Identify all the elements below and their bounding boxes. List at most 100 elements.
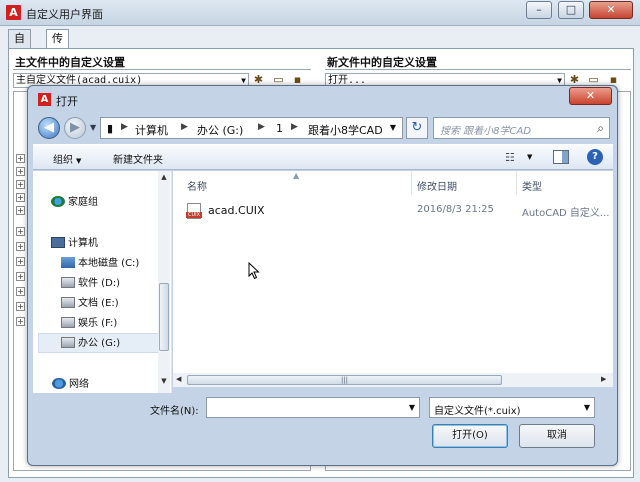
nav-drive-f[interactable]: 娱乐 (F:) (61, 314, 117, 332)
scroll-thumb[interactable] (159, 283, 169, 351)
column-divider[interactable] (411, 171, 412, 195)
drive-icon (61, 297, 75, 308)
autocad-logo-icon: A (38, 93, 51, 106)
scroll-right-icon[interactable]: ▶ (601, 375, 606, 383)
tree-expander[interactable]: + (16, 242, 25, 251)
file-date: 2016/8/3 21:25 (417, 204, 494, 215)
mouse-cursor-icon (248, 262, 260, 280)
nav-drive-label: 软件 (D:) (78, 278, 121, 289)
file-list-scrollbar[interactable]: ◀ ||| ▶ (173, 373, 613, 387)
folder-icon: ▮ (107, 122, 114, 135)
nav-scrollbar[interactable]: ▲ ▼ (158, 171, 170, 393)
chevron-right-icon: ▶ (258, 122, 265, 132)
file-name: acad.CUIX (208, 204, 265, 217)
chevron-down-icon[interactable]: ▼ (527, 153, 532, 161)
open-button[interactable]: 打开(O) (432, 424, 508, 448)
nav-drive-e[interactable]: 文档 (E:) (61, 294, 119, 312)
cuix-file-icon (186, 203, 202, 219)
left-panel-heading: 主文件中的自定义设置 (13, 54, 311, 70)
dialog-close-button[interactable]: ✕ (569, 87, 612, 105)
new-folder-button[interactable]: 新建文件夹 (113, 151, 163, 166)
chevron-right-icon: ▶ (121, 122, 128, 132)
tab-transfer[interactable]: 传输 (46, 29, 69, 63)
nav-drive-d[interactable]: 软件 (D:) (61, 274, 120, 292)
search-placeholder: 搜索 跟着小8学CAD (440, 126, 532, 137)
back-arrow-icon[interactable]: ◀ (38, 117, 60, 139)
help-icon[interactable]: ? (587, 149, 603, 165)
chevron-right-icon: ▶ (181, 122, 188, 132)
chevron-down-icon[interactable]: ▼ (409, 403, 415, 412)
nav-homegroup-label: 家庭组 (68, 197, 98, 208)
breadcrumb-folder-1[interactable]: 1 (276, 122, 283, 135)
file-list: ▲ 名称 修改日期 类型 acad.CUIX 2016/8/3 21:25 Au… (173, 171, 613, 373)
tree-expander[interactable]: + (16, 272, 25, 281)
filename-label: 文件名(N): (150, 406, 199, 417)
window-title: 自定义用户界面 (26, 8, 103, 21)
tree-expander[interactable]: + (16, 302, 25, 311)
tree-expander[interactable]: + (16, 227, 25, 236)
tree-expander[interactable]: + (16, 257, 25, 266)
scroll-thumb[interactable]: ||| (187, 375, 502, 385)
preview-pane-icon[interactable] (553, 150, 569, 164)
nav-drive-g[interactable]: 办公 (G:) (38, 333, 162, 353)
network-icon (52, 378, 66, 389)
drive-icon (61, 317, 75, 328)
window-close-button[interactable]: ✕ (589, 1, 633, 19)
homegroup-icon (51, 196, 65, 207)
breadcrumb-drive[interactable]: 办公 (G:) (197, 122, 243, 138)
drive-icon (61, 277, 75, 288)
organize-button[interactable]: 组织 ▼ (53, 151, 81, 166)
tree-expander[interactable]: + (16, 193, 25, 202)
command-bar: 组织 ▼ 新建文件夹 ☷ ▼ ? (33, 144, 613, 170)
forward-arrow-icon[interactable]: ▶ (64, 117, 86, 139)
right-panel-heading: 新文件中的自定义设置 (325, 54, 631, 70)
scroll-down-icon[interactable]: ▼ (159, 377, 169, 387)
tree-expander[interactable]: + (16, 206, 25, 215)
scroll-up-icon[interactable]: ▲ (159, 173, 169, 183)
nav-network-label: 网络 (69, 379, 89, 390)
chevron-right-icon: ▶ (291, 122, 298, 132)
open-dialog: A 打开 ✕ ◀ ▶ ▼ ▮ ▶ 计算机 ▶ 办公 (G:) ▶ 1 ▶ 跟着小… (27, 85, 618, 466)
filetype-value: 自定义文件(*.cuix) (434, 406, 521, 417)
cancel-button[interactable]: 取消 (519, 424, 595, 448)
column-header-type[interactable]: 类型 (522, 178, 542, 193)
dialog-title: 打开 (56, 95, 78, 108)
tree-expander[interactable]: + (16, 317, 25, 326)
drive-icon (61, 337, 75, 348)
nav-drive-c[interactable]: 本地磁盘 (C:) (61, 254, 139, 272)
view-options-icon[interactable]: ☷ (505, 151, 515, 164)
nav-computer[interactable]: 计算机 (51, 234, 98, 252)
column-header-date[interactable]: 修改日期 (417, 178, 457, 193)
tree-expander[interactable]: + (16, 154, 25, 163)
search-icon: ⌕ (597, 121, 604, 135)
breadcrumb-computer[interactable]: 计算机 (135, 122, 168, 138)
sort-indicator-icon: ▲ (293, 171, 300, 180)
file-type: AutoCAD 自定义... (522, 208, 610, 219)
filetype-select[interactable]: 自定义文件(*.cuix) ▼ (429, 397, 595, 418)
organize-label: 组织 (53, 155, 73, 166)
nav-computer-label: 计算机 (68, 238, 98, 249)
scroll-left-icon[interactable]: ◀ (176, 375, 181, 383)
tab-customize[interactable]: 自定义 (8, 29, 31, 81)
tree-expander[interactable]: + (16, 287, 25, 296)
nav-homegroup[interactable]: 家庭组 (51, 193, 98, 211)
nav-drive-label: 文档 (E:) (78, 298, 119, 309)
column-header-name[interactable]: 名称 (187, 178, 207, 193)
minimize-button[interactable]: – (526, 1, 552, 19)
recent-locations-dropdown-icon[interactable]: ▼ (90, 123, 96, 132)
tree-expander[interactable]: + (16, 167, 25, 176)
chevron-down-icon: ▼ (76, 157, 82, 165)
nav-drive-label: 本地磁盘 (C:) (78, 258, 140, 269)
nav-network[interactable]: 网络 (52, 375, 89, 393)
window-titlebar: A 自定义用户界面 – □ ✕ (0, 0, 640, 26)
filename-input[interactable]: ▼ (206, 397, 420, 418)
search-input[interactable]: 搜索 跟着小8学CAD ⌕ (433, 117, 610, 139)
column-divider[interactable] (516, 171, 517, 195)
refresh-icon[interactable]: ↻ (406, 117, 428, 139)
chevron-down-icon[interactable]: ▼ (390, 123, 396, 132)
drive-icon (61, 257, 75, 268)
address-bar[interactable]: ▮ ▶ 计算机 ▶ 办公 (G:) ▶ 1 ▶ 跟着小8学CAD ▼ (100, 117, 403, 139)
breadcrumb-current-folder[interactable]: 跟着小8学CAD (308, 122, 383, 138)
tree-expander[interactable]: + (16, 180, 25, 189)
maximize-button[interactable]: □ (558, 1, 584, 19)
